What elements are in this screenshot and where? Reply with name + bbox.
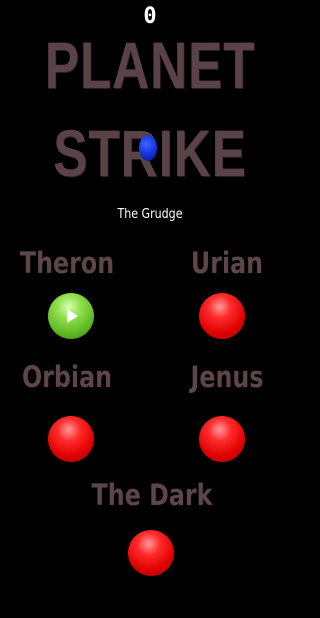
level-button-orbian[interactable] <box>48 416 94 462</box>
level-button-urian[interactable] <box>199 293 245 339</box>
game-title-line1: PLANET <box>44 28 256 102</box>
level-label-theron: Theron <box>19 246 115 280</box>
level-button-jenus[interactable] <box>199 416 245 462</box>
level-label-orbian: Orbian <box>21 360 113 394</box>
game-subtitle: The Grudge <box>117 207 183 222</box>
level-label-jenus: Jenus <box>190 360 264 394</box>
play-icon <box>67 309 78 323</box>
level-label-urian: Urian <box>190 246 264 280</box>
level-button-theron[interactable] <box>48 293 94 339</box>
level-label-the-dark: The Dark <box>91 478 213 512</box>
level-button-the-dark[interactable] <box>128 530 174 576</box>
planet-ball-icon <box>139 135 157 161</box>
score-display: 0 <box>143 4 157 29</box>
